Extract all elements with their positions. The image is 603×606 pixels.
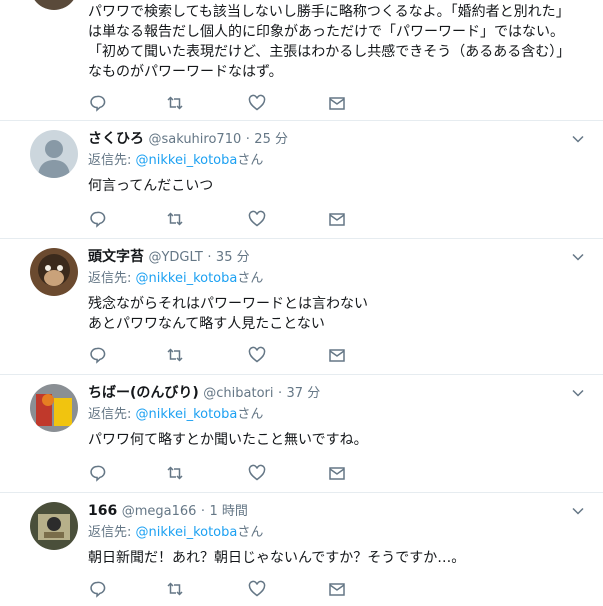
like-icon[interactable] bbox=[248, 464, 268, 484]
reply-mention-link[interactable]: @nikkei_kotoba bbox=[136, 525, 238, 540]
message-icon[interactable] bbox=[328, 210, 348, 230]
timestamp[interactable]: 1 時間 bbox=[209, 504, 247, 519]
retweet-icon[interactable] bbox=[166, 464, 186, 484]
timestamp[interactable]: 25 分 bbox=[254, 132, 288, 147]
tweet-card[interactable]: 166 @mega166 · 1 時間 返信先: @nikkei_kotobaさ… bbox=[0, 492, 603, 606]
tweet-header: 166 @mega166 · 1 時間 bbox=[88, 502, 248, 521]
chevron-down-icon[interactable] bbox=[571, 250, 585, 264]
avatar[interactable] bbox=[30, 248, 78, 296]
avatar[interactable] bbox=[30, 130, 78, 178]
reply-icon[interactable] bbox=[88, 346, 108, 366]
message-icon[interactable] bbox=[328, 580, 348, 600]
separator: · bbox=[245, 132, 250, 147]
message-icon[interactable] bbox=[328, 464, 348, 484]
reply-icon[interactable] bbox=[88, 94, 108, 114]
reply-icon[interactable] bbox=[88, 464, 108, 484]
tweet-card[interactable]: さくひろ @sakuhiro710 · 25 分 返信先: @nikkei_ko… bbox=[0, 120, 603, 239]
reply-context: 返信先: @nikkei_kotobaさん bbox=[88, 525, 264, 540]
user-handle[interactable]: @YDGLT bbox=[148, 250, 202, 265]
tweet-text: パワワで検索しても該当しないし勝手に略称つくるなよ。「婚約者と別れた」 は単なる… bbox=[88, 4, 571, 80]
user-handle[interactable]: @chibatori bbox=[203, 386, 273, 401]
retweet-icon[interactable] bbox=[166, 346, 186, 366]
user-handle[interactable]: @sakuhiro710 bbox=[148, 132, 241, 147]
retweet-icon[interactable] bbox=[166, 94, 186, 114]
chevron-down-icon[interactable] bbox=[571, 132, 585, 146]
display-name[interactable]: ちばー(のんびり) bbox=[88, 385, 199, 401]
message-icon[interactable] bbox=[328, 94, 348, 114]
reply-context: 返信先: @nikkei_kotobaさん bbox=[88, 407, 264, 422]
tweet-card[interactable]: ちばー(のんびり) @chibatori · 37 分 返信先: @nikkei… bbox=[0, 374, 603, 493]
reply-context: 返信先: @nikkei_kotobaさん bbox=[88, 271, 264, 286]
like-icon[interactable] bbox=[248, 94, 268, 114]
separator: · bbox=[207, 250, 212, 265]
reply-mention-link[interactable]: @nikkei_kotoba bbox=[136, 271, 238, 286]
display-name[interactable]: さくひろ bbox=[88, 131, 144, 147]
tweet-actions bbox=[88, 346, 388, 366]
message-icon[interactable] bbox=[328, 346, 348, 366]
display-name[interactable]: 166 bbox=[88, 503, 117, 519]
reply-context: 返信先: @nikkei_kotobaさん bbox=[88, 153, 264, 168]
timestamp[interactable]: 37 分 bbox=[287, 386, 321, 401]
timestamp[interactable]: 35 分 bbox=[216, 250, 250, 265]
like-icon[interactable] bbox=[248, 210, 268, 230]
tweet-actions bbox=[88, 464, 388, 484]
separator: · bbox=[200, 504, 205, 519]
reply-mention-link[interactable]: @nikkei_kotoba bbox=[136, 407, 238, 422]
tweet-actions bbox=[88, 94, 388, 114]
user-handle[interactable]: @mega166 bbox=[122, 504, 197, 519]
tweet-text: 残念ながらそれはパワーワードとは言わない あとパワワなんて略す人見たことない bbox=[88, 296, 368, 332]
tweet-card[interactable]: パワワで検索しても該当しないし勝手に略称つくるなよ。「婚約者と別れた」 は単なる… bbox=[0, 0, 603, 121]
tweet-text: パワワ何て略すとか聞いたこと無いですね。 bbox=[88, 432, 368, 448]
avatar[interactable] bbox=[30, 384, 78, 432]
chevron-down-icon[interactable] bbox=[571, 386, 585, 400]
tweet-header: さくひろ @sakuhiro710 · 25 分 bbox=[88, 130, 288, 149]
like-icon[interactable] bbox=[248, 580, 268, 600]
retweet-icon[interactable] bbox=[166, 580, 186, 600]
tweet-header: ちばー(のんびり) @chibatori · 37 分 bbox=[88, 384, 320, 403]
like-icon[interactable] bbox=[248, 346, 268, 366]
display-name[interactable]: 頭文字苔 bbox=[88, 249, 144, 265]
avatar[interactable] bbox=[30, 502, 78, 550]
tweet-text: 何言ってんだこいつ bbox=[88, 178, 214, 194]
retweet-icon[interactable] bbox=[166, 210, 186, 230]
tweet-text: 朝日新聞だ！あれ？朝日じゃないんですか？そうですか…。 bbox=[88, 550, 466, 566]
avatar[interactable] bbox=[30, 0, 78, 10]
reply-icon[interactable] bbox=[88, 210, 108, 230]
tweet-actions bbox=[88, 210, 388, 230]
reply-icon[interactable] bbox=[88, 580, 108, 600]
tweet-actions bbox=[88, 580, 388, 600]
tweet-header: 頭文字苔 @YDGLT · 35 分 bbox=[88, 248, 250, 267]
separator: · bbox=[277, 386, 283, 401]
reply-mention-link[interactable]: @nikkei_kotoba bbox=[136, 153, 238, 168]
tweet-card[interactable]: 頭文字苔 @YDGLT · 35 分 返信先: @nikkei_kotobaさん… bbox=[0, 238, 603, 375]
chevron-down-icon[interactable] bbox=[571, 504, 585, 518]
